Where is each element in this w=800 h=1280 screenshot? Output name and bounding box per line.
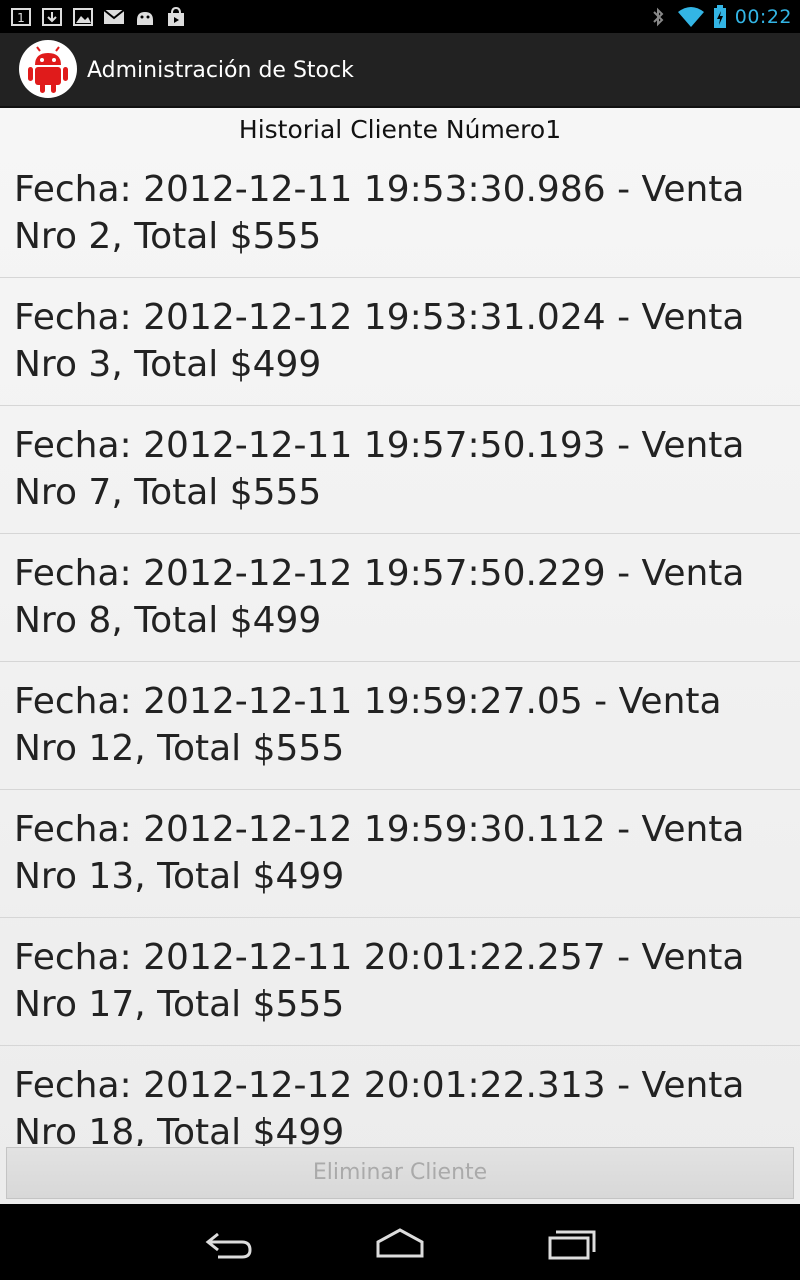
action-bar: Administración de Stock <box>0 33 800 108</box>
list-item[interactable]: Fecha: 2012-12-12 19:57:50.229 - Venta N… <box>0 534 800 662</box>
download-icon <box>41 7 63 27</box>
list-item-line2: Nro 17, Total $555 <box>14 984 345 1025</box>
android-debug-icon <box>134 7 156 27</box>
list-item-line2: Nro 7, Total $555 <box>14 472 322 513</box>
list-item-line2: Nro 2, Total $555 <box>14 216 322 257</box>
list-item[interactable]: Fecha: 2012-12-11 19:59:27.05 - Venta Nr… <box>0 662 800 790</box>
list-item-line2: Nro 18, Total $499 <box>14 1112 345 1146</box>
status-clock: 00:22 <box>734 5 792 28</box>
list-item-line1: Fecha: 2012-12-11 20:01:22.257 - Venta <box>14 937 745 978</box>
navigation-bar <box>0 1204 800 1280</box>
status-bar: 1 00:22 <box>0 0 800 33</box>
main-content: Historial Cliente Número1 Fecha: 2012-12… <box>0 108 800 1204</box>
list-item[interactable]: Fecha: 2012-12-11 20:01:22.257 - Venta N… <box>0 918 800 1046</box>
svg-text:1: 1 <box>17 11 25 25</box>
back-icon[interactable] <box>200 1224 260 1264</box>
list-item-line2: Nro 13, Total $499 <box>14 856 345 897</box>
list-item-line1: Fecha: 2012-12-11 19:59:27.05 - Venta <box>14 681 722 722</box>
list-item[interactable]: Fecha: 2012-12-11 19:53:30.986 - Venta N… <box>0 150 800 278</box>
list-item-line1: Fecha: 2012-12-12 19:59:30.112 - Venta <box>14 809 745 850</box>
home-icon[interactable] <box>370 1224 430 1264</box>
image-icon <box>72 7 94 27</box>
bluetooth-icon <box>647 7 669 27</box>
page-title: Historial Cliente Número1 <box>238 115 562 144</box>
gmail-icon <box>103 7 125 27</box>
recent-apps-icon[interactable] <box>542 1224 602 1264</box>
list-item-line2: Nro 12, Total $555 <box>14 728 345 769</box>
list-item-line1: Fecha: 2012-12-11 19:57:50.193 - Venta <box>14 425 745 466</box>
list-item-line2: Nro 8, Total $499 <box>14 600 322 641</box>
battery-charging-icon <box>713 4 727 28</box>
list-item[interactable]: Fecha: 2012-12-12 20:01:22.313 - Venta N… <box>0 1046 800 1146</box>
delete-client-button[interactable]: Eliminar Cliente <box>6 1147 794 1199</box>
list-item[interactable]: Fecha: 2012-12-11 19:57:50.193 - Venta N… <box>0 406 800 534</box>
list-item-line1: Fecha: 2012-12-12 19:57:50.229 - Venta <box>14 553 745 594</box>
sales-history-list[interactable]: Fecha: 2012-12-11 19:53:30.986 - Venta N… <box>0 150 800 1146</box>
android-app-icon[interactable] <box>18 39 78 99</box>
list-item[interactable]: Fecha: 2012-12-12 19:53:31.024 - Venta N… <box>0 278 800 406</box>
list-item-line1: Fecha: 2012-12-12 20:01:22.313 - Venta <box>14 1065 745 1106</box>
app-title: Administración de Stock <box>87 58 354 83</box>
list-item-line2: Nro 3, Total $499 <box>14 344 322 385</box>
shop-bag-icon <box>165 6 187 27</box>
notification-1-icon: 1 <box>10 7 32 27</box>
list-item-line1: Fecha: 2012-12-12 19:53:31.024 - Venta <box>14 297 745 338</box>
list-item[interactable]: Fecha: 2012-12-12 19:59:30.112 - Venta N… <box>0 790 800 918</box>
notification-icons: 1 <box>10 6 187 27</box>
list-item-line1: Fecha: 2012-12-11 19:53:30.986 - Venta <box>14 169 745 210</box>
wifi-icon <box>677 6 705 27</box>
system-icons: 00:22 <box>647 3 792 30</box>
